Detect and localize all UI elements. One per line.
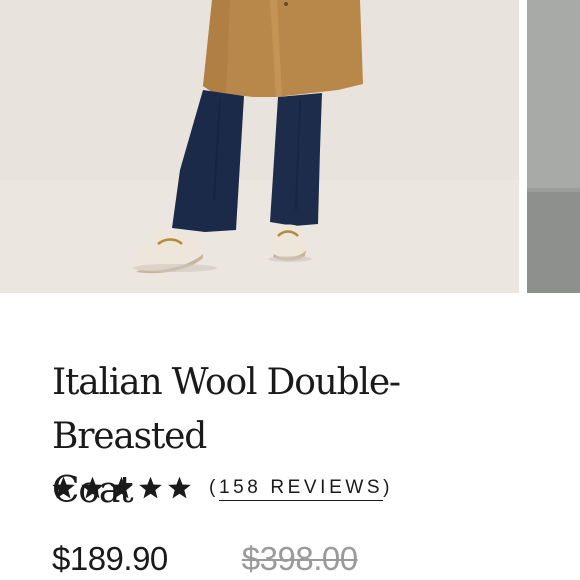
star-icon [110,477,133,499]
next-product-photo [527,0,580,293]
star-icon [168,477,191,499]
product-rating: (158 REVIEWS) [52,474,393,502]
reviews-open-paren: ( [209,477,219,498]
reviews-close-paren: ) [383,477,394,498]
product-photo [0,0,519,293]
star-rating [52,477,191,499]
star-icon [139,477,162,499]
price-row: $189.90 $398.00 [52,540,358,578]
star-icon [52,477,75,499]
product-title-line1: Italian Wool Double-Breasted [52,362,401,457]
product-image-next[interactable] [527,0,580,293]
product-image-carousel[interactable] [0,0,580,293]
star-icon [81,477,104,499]
reviews-link[interactable]: (158 REVIEWS) [209,477,394,501]
reviews-count-label: 158 REVIEWS [218,477,384,501]
sale-price: $189.90 [52,540,168,577]
product-image-main[interactable] [0,0,519,293]
original-price: $398.00 [241,540,358,577]
